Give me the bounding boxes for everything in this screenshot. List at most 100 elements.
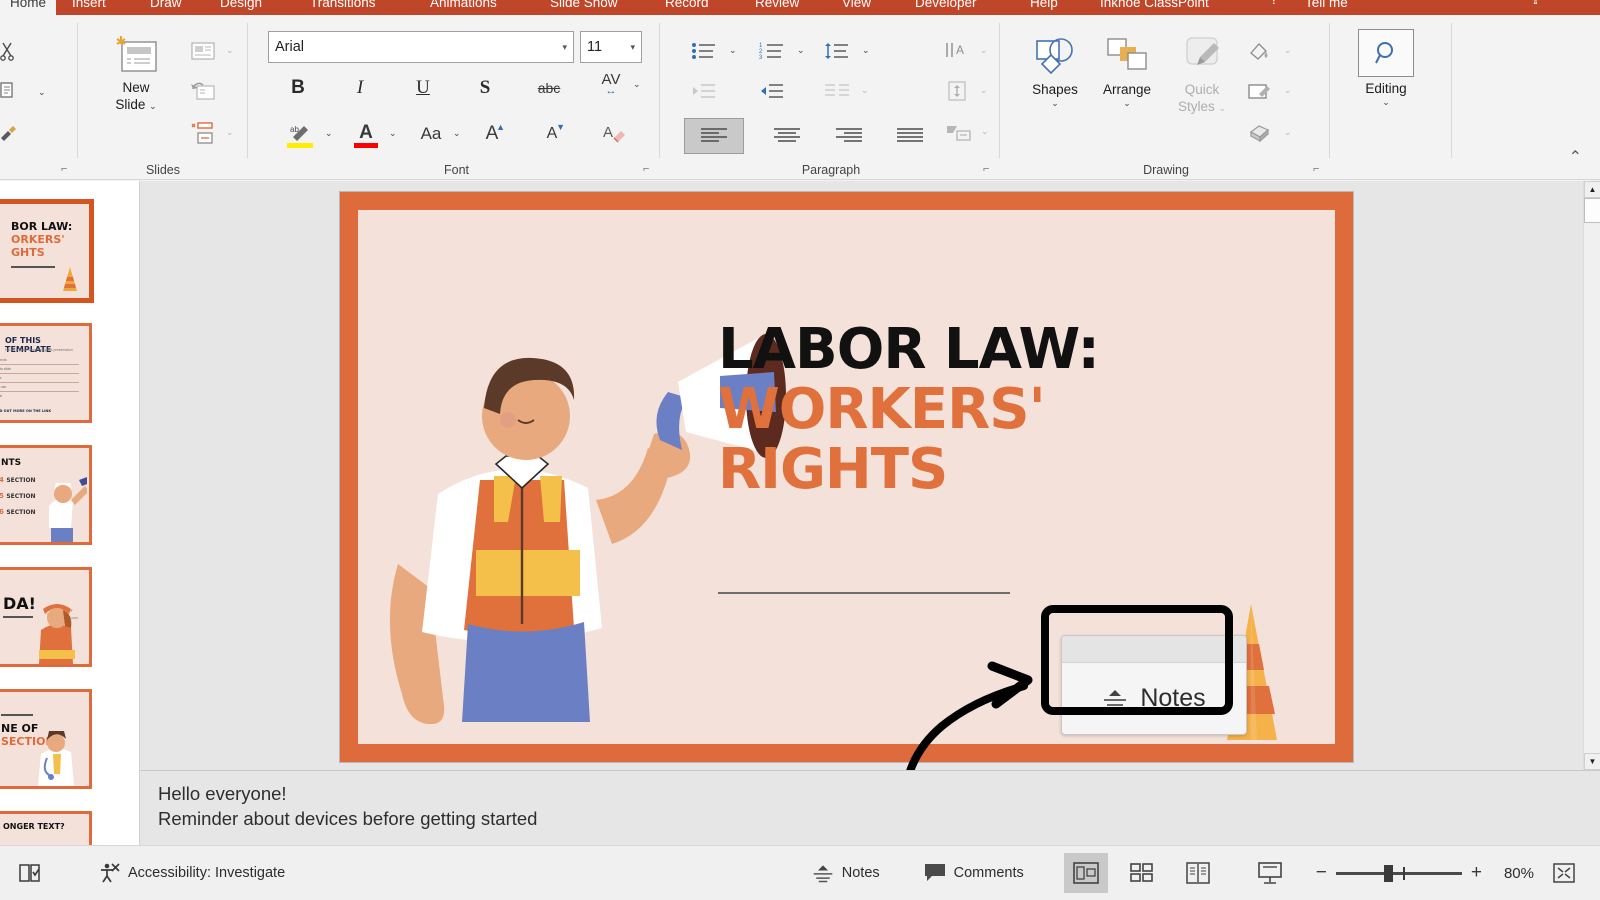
scrollbar-thumb[interactable] [1584,198,1600,223]
text-direction-chevron-down-icon[interactable]: ⌄ [980,45,988,56]
editing-chevron-down-icon[interactable]: ⌄ [1344,97,1428,108]
align-right-button[interactable] [829,118,869,154]
slide-thumbnail-3[interactable]: NTS 4 SECTION 5 SECTION 6 SECTION [0,445,92,545]
editing-button[interactable]: Editing ⌄ [1344,29,1428,108]
zoom-slider[interactable]: − + [1316,862,1482,884]
line-spacing-button[interactable] [820,37,854,65]
shape-effects-button[interactable] [1242,119,1276,147]
font-size-chevron-down-icon[interactable]: ▾ [630,42,635,53]
tab-view[interactable]: View [832,0,881,15]
slide-notes-status-icon[interactable] [10,846,50,900]
new-slide-button[interactable]: New New SlideSlide ⌄ [96,33,176,115]
clipboard-dialog-launcher[interactable]: ⌐ [61,164,72,175]
collapse-ribbon-button[interactable]: ⌃ [1569,147,1582,167]
tab-tell-me[interactable]: Tell me [1295,0,1358,15]
shape-outline-chevron-down-icon[interactable]: ⌄ [1284,85,1292,96]
view-normal-button[interactable] [1063,853,1108,893]
tab-help[interactable]: Help [1020,0,1068,15]
zoom-slider-track[interactable] [1335,864,1462,882]
slide-title-text[interactable]: LABOR LAW: WORKERS' RIGHTS [718,320,1278,500]
accessibility-status[interactable]: Accessibility: Investigate [90,846,293,900]
tab-transitions[interactable]: Transitions [300,0,386,15]
bold-button[interactable]: B [281,73,315,103]
slide-thumbnail-2[interactable]: OF THIS TEMPLATE Here's a guide when usi… [0,323,92,423]
font-color-chevron-down-icon[interactable]: ⌄ [389,128,397,139]
strikethrough-button[interactable]: abc [529,73,569,103]
notes-tooltip-body[interactable]: Notes [1062,663,1246,734]
italic-button[interactable]: I [343,73,377,103]
tab-record[interactable]: Record [655,0,719,15]
notes-tooltip-popup[interactable]: Notes [1061,635,1247,735]
decrease-indent-button[interactable] [687,77,721,105]
decrease-font-size-button[interactable]: A ▼ [535,119,569,149]
shape-fill-button[interactable] [1242,37,1276,65]
character-spacing-chevron-down-icon[interactable]: ⌄ [633,79,641,90]
zoom-level-label[interactable]: 80% [1496,846,1542,900]
change-case-chevron-down-icon[interactable]: ⌄ [453,128,461,139]
layout-button[interactable] [186,37,220,65]
zoom-slider-knob[interactable] [1383,864,1393,882]
tab-review[interactable]: Review [745,0,809,15]
fit-slide-to-window-button[interactable] [1542,853,1586,893]
shapes-button[interactable]: Shapes ⌄ [1020,33,1090,109]
columns-button[interactable] [820,77,854,105]
slide-thumbnail-6[interactable]: ONGER TEXT? [0,811,92,845]
font-size-input[interactable]: 11 ▾ [580,31,642,63]
notes-pane[interactable]: Hello everyone! Reminder about devices b… [140,770,1600,845]
tab-inknoe-classpoint[interactable]: Inknoe ClassPoint [1090,0,1219,15]
align-center-button[interactable] [767,118,807,154]
zoom-out-button[interactable]: − [1316,862,1327,884]
layout-chevron-down-icon[interactable]: ⌄ [226,45,234,56]
bullets-chevron-down-icon[interactable]: ⌄ [729,45,737,56]
align-text-button[interactable] [940,77,974,105]
notes-status-button[interactable]: Notes [804,846,888,900]
text-highlight-color-button[interactable]: ab [281,118,319,152]
slide-vertical-scrollbar[interactable]: ▲ ▼ [1583,181,1600,770]
columns-chevron-down-icon[interactable]: ⌄ [861,85,869,96]
arrange-button[interactable]: Arrange ⌄ [1092,33,1162,109]
comments-status-button[interactable]: Comments [916,846,1032,900]
copy-chevron-down-icon[interactable]: ⌄ [38,87,46,98]
font-color-button[interactable]: A [349,118,383,152]
copy-icon[interactable] [0,77,23,105]
character-spacing-button[interactable]: AV ↔ [591,69,631,99]
text-shadow-button[interactable]: S [468,73,502,103]
slide-thumbnail-4[interactable]: DA! Do you have any questions? address@e… [0,567,92,667]
view-slide-sorter-button[interactable] [1120,853,1164,893]
tab-insert[interactable]: Insert [62,0,116,15]
font-name-input[interactable]: Arial ▾ [268,31,574,63]
line-spacing-chevron-down-icon[interactable]: ⌄ [862,45,870,56]
smartart-chevron-down-icon[interactable]: ⌄ [981,126,989,137]
shape-outline-button[interactable] [1242,77,1276,105]
shape-effects-chevron-down-icon[interactable]: ⌄ [1284,127,1292,138]
increase-indent-button[interactable] [755,77,789,105]
align-text-chevron-down-icon[interactable]: ⌄ [980,85,988,96]
slide-thumbnail-5[interactable]: NE OF SECTIONNE OFSECTION [0,689,92,789]
slide-canvas[interactable]: LABOR LAW: WORKERS' RIGHTS Notes [358,210,1335,744]
section-chevron-down-icon[interactable]: ⌄ [226,127,234,138]
view-reading-button[interactable] [1176,853,1220,893]
tab-design[interactable]: Design [210,0,272,15]
tab-home[interactable]: Home [0,0,57,15]
justify-button[interactable] [890,118,930,154]
increase-font-size-button[interactable]: A ▲ [475,119,509,149]
clear-formatting-button[interactable]: A [598,119,632,149]
zoom-in-button[interactable]: + [1471,862,1482,884]
convert-to-smartart-button[interactable] [942,118,976,148]
change-case-button[interactable]: Aa [413,119,449,149]
slide-show-button[interactable] [1248,853,1292,893]
numbering-chevron-down-icon[interactable]: ⌄ [797,45,805,56]
share-icon[interactable]: ⇪ [1530,0,1541,8]
scroll-up-button[interactable]: ▲ [1584,181,1600,198]
bullets-button[interactable] [687,37,721,65]
shape-fill-chevron-down-icon[interactable]: ⌄ [1284,45,1292,56]
current-slide[interactable]: LABOR LAW: WORKERS' RIGHTS Notes [340,192,1353,762]
shapes-chevron-down-icon[interactable]: ⌄ [1020,98,1090,109]
reset-button[interactable] [186,77,220,105]
numbering-button[interactable]: 123 [755,37,789,65]
tab-slide-show[interactable]: Slide Show [540,0,628,15]
section-button[interactable] [186,119,220,147]
format-painter-icon[interactable] [0,120,23,148]
slide-thumbnail-pane[interactable]: LABOR LAW: WORKERS' RIGHTSBOR LAW:ORKERS… [0,181,140,845]
notes-pane-text[interactable]: Hello everyone! Reminder about devices b… [158,781,537,831]
